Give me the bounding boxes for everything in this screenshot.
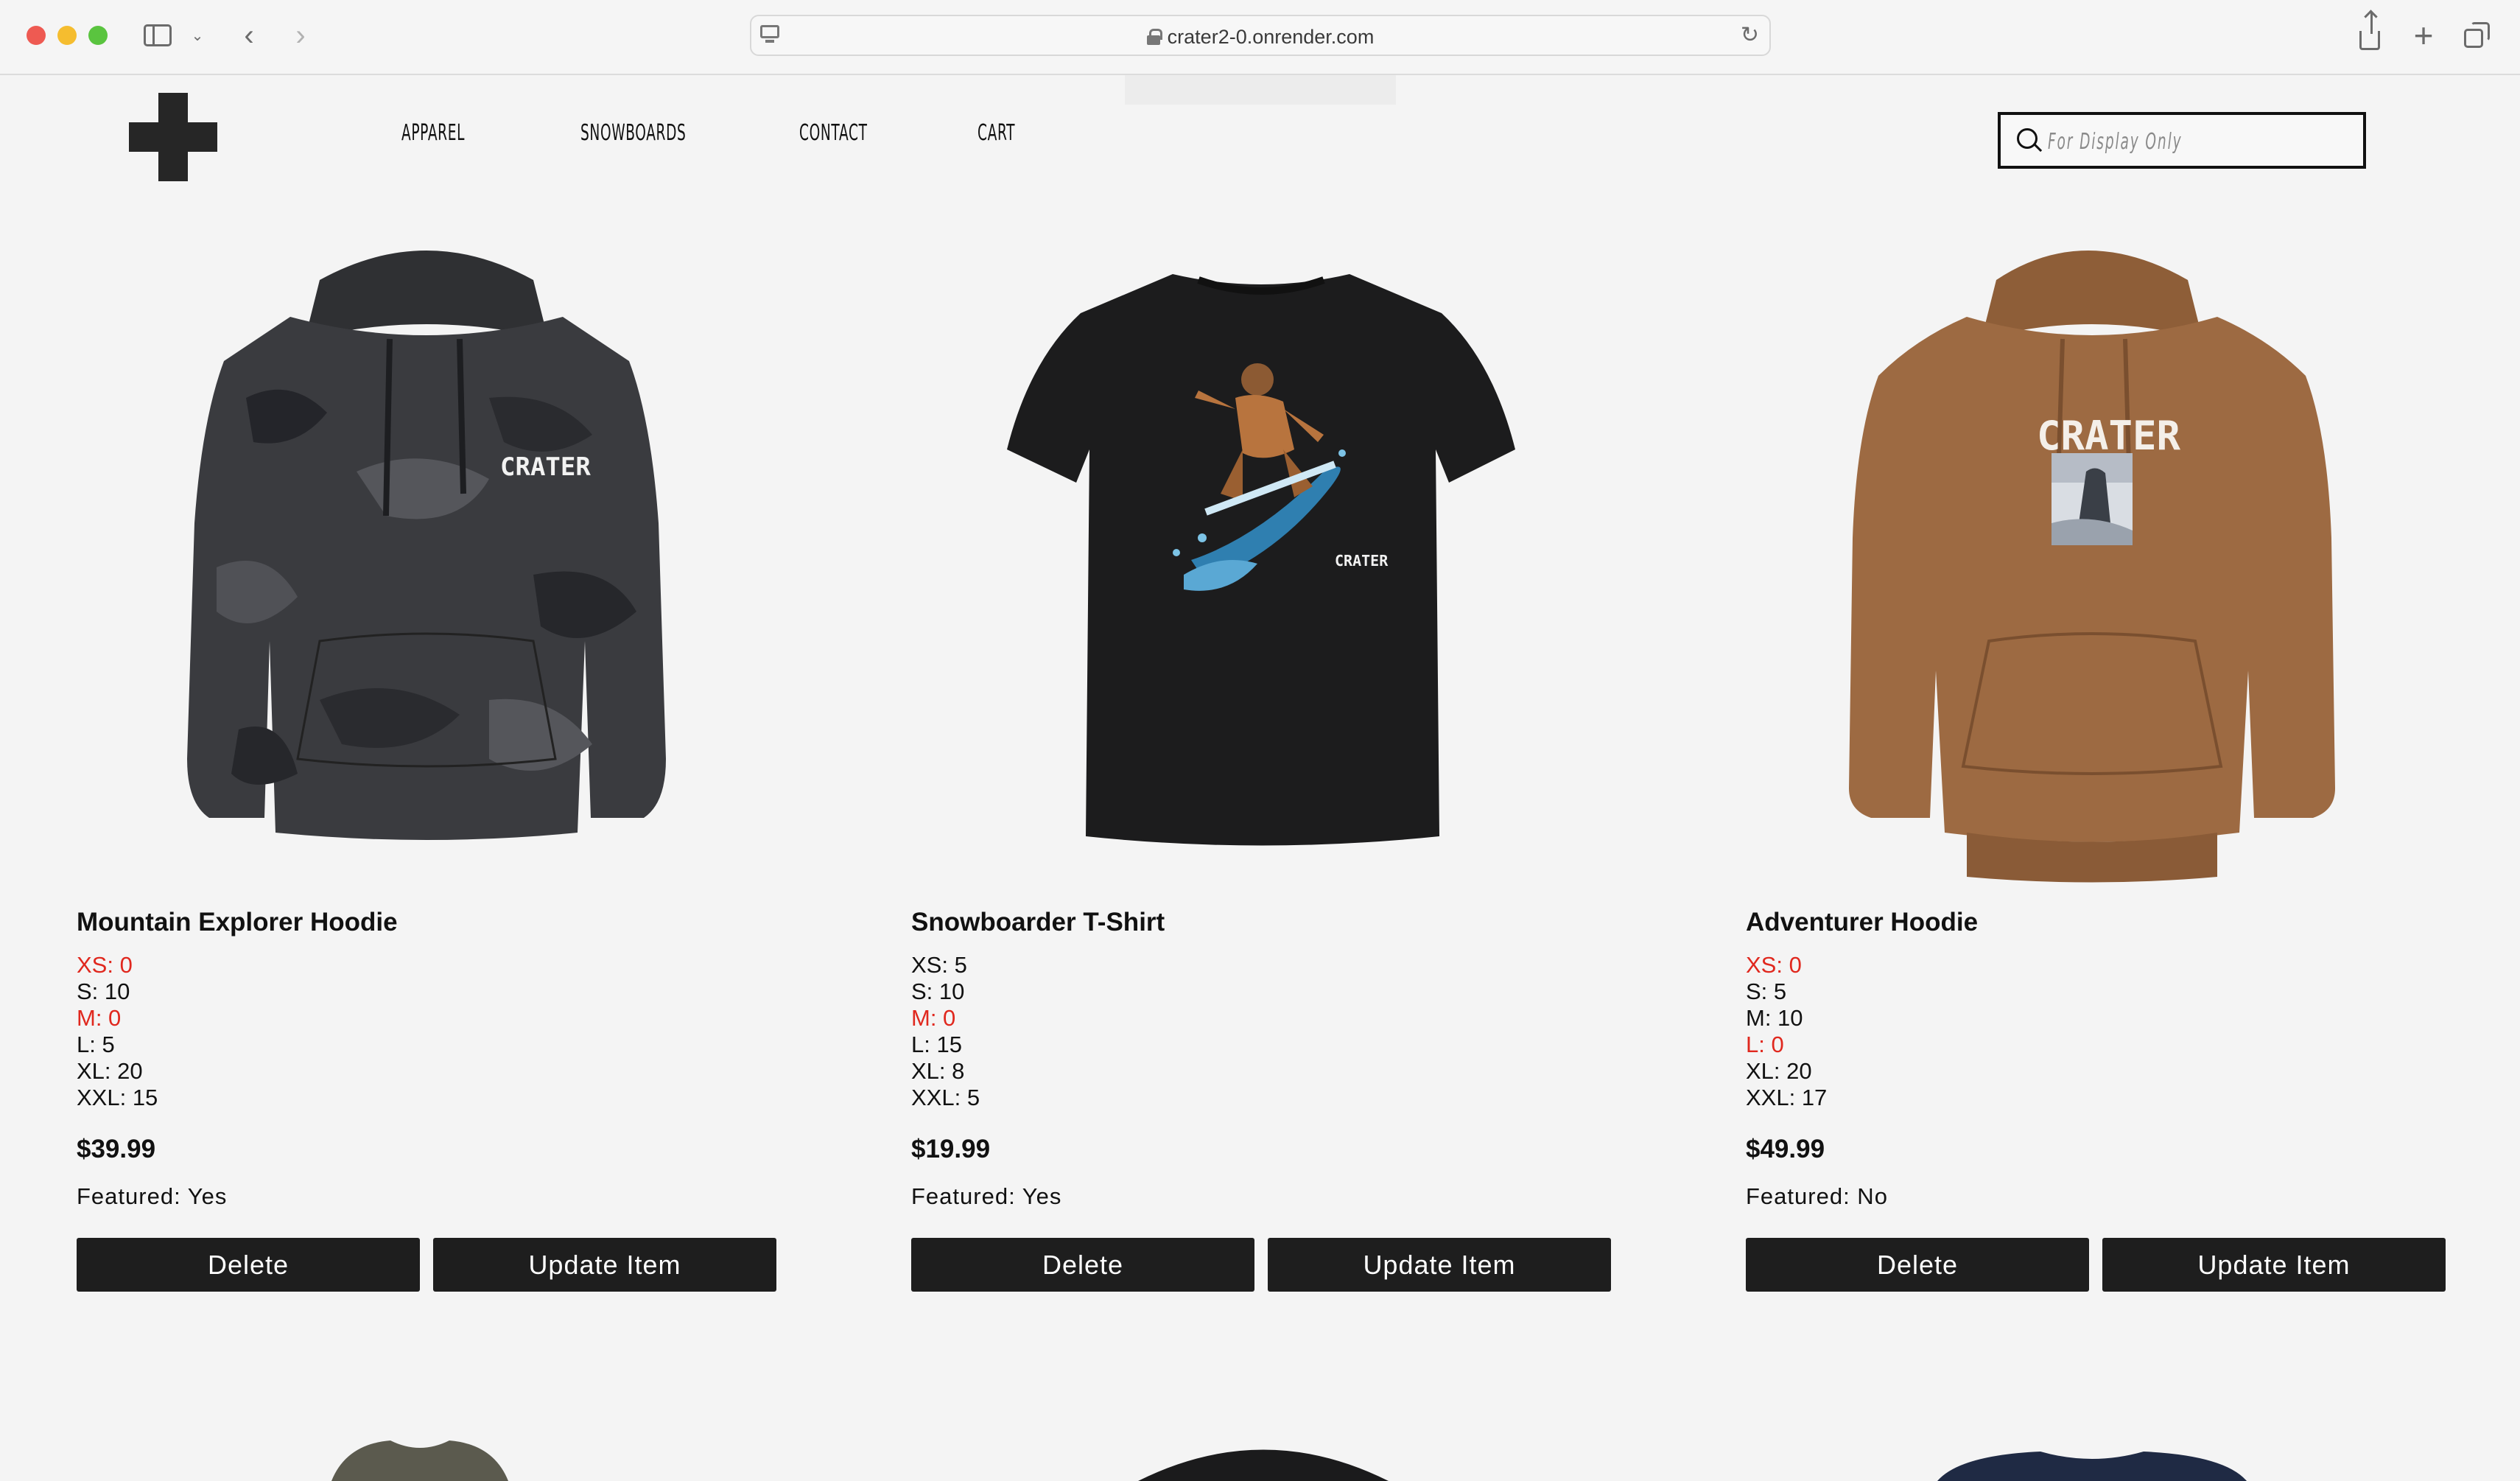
product-price: $39.99 bbox=[77, 1135, 156, 1163]
delete-button[interactable]: Delete bbox=[77, 1238, 420, 1292]
site-logo-cross-icon[interactable] bbox=[129, 93, 217, 181]
product-price: $49.99 bbox=[1746, 1135, 1825, 1163]
product-title: Snowboarder T-Shirt bbox=[911, 908, 1165, 936]
header-overlay-strip bbox=[1125, 75, 1396, 105]
svg-text:CRATER: CRATER bbox=[1335, 552, 1389, 570]
stock-line: L: 5 bbox=[77, 1032, 115, 1057]
url-text: crater2-0.onrender.com bbox=[1167, 26, 1375, 48]
featured-status: Featured: Yes bbox=[911, 1183, 1062, 1209]
delete-button[interactable]: Delete bbox=[1746, 1238, 2089, 1292]
camo-hoodie-image[interactable]: CRATER bbox=[77, 228, 776, 884]
new-tab-icon[interactable]: + bbox=[2407, 16, 2440, 55]
update-item-button[interactable]: Update Item bbox=[2102, 1238, 2446, 1292]
delete-button[interactable]: Delete bbox=[911, 1238, 1254, 1292]
svg-text:CRATER: CRATER bbox=[500, 452, 591, 482]
url-display[interactable]: crater2-0.onrender.com bbox=[751, 26, 1769, 49]
featured-status: Featured: Yes bbox=[77, 1183, 228, 1209]
stock-line: M: 0 bbox=[911, 1005, 956, 1031]
search-icon bbox=[2017, 128, 2043, 153]
nav-snowboards[interactable]: SNOWBOARDS bbox=[580, 120, 686, 146]
nav-apparel[interactable]: APPAREL bbox=[401, 120, 465, 146]
stock-list: XS: 0 S: 5 M: 10 L: 0 XL: 20 XXL: 17 bbox=[1746, 952, 1827, 1111]
stock-line: XS: 0 bbox=[1746, 952, 1802, 978]
black-tshirt-image[interactable]: CRATER bbox=[911, 228, 1611, 884]
next-row-product-image[interactable] bbox=[302, 1433, 538, 1481]
tab-overview-icon[interactable] bbox=[2460, 18, 2493, 53]
nav-cart[interactable]: CART bbox=[978, 120, 1015, 146]
product-title: Adventurer Hoodie bbox=[1746, 908, 1979, 936]
stock-line: L: 15 bbox=[911, 1032, 962, 1057]
featured-status: Featured: No bbox=[1746, 1183, 1888, 1209]
stock-line: XXL: 15 bbox=[77, 1085, 158, 1110]
stock-line: S: 10 bbox=[911, 978, 965, 1004]
product-title: Mountain Explorer Hoodie bbox=[77, 908, 398, 936]
stock-line: XXL: 5 bbox=[911, 1085, 980, 1110]
update-item-button[interactable]: Update Item bbox=[1268, 1238, 1611, 1292]
chevron-down-icon[interactable]: ⌄ bbox=[187, 18, 208, 53]
update-item-button[interactable]: Update Item bbox=[433, 1238, 776, 1292]
stock-line: XL: 20 bbox=[77, 1058, 143, 1084]
stock-line: M: 10 bbox=[1746, 1005, 1803, 1031]
close-window-button[interactable] bbox=[27, 26, 46, 45]
stock-line: S: 10 bbox=[77, 978, 130, 1004]
stock-line: L: 0 bbox=[1746, 1032, 1784, 1057]
stock-line: XL: 8 bbox=[911, 1058, 965, 1084]
stock-line: XS: 5 bbox=[911, 952, 967, 978]
address-bar[interactable]: crater2-0.onrender.com ↻ bbox=[750, 15, 1771, 56]
share-icon[interactable] bbox=[2354, 12, 2386, 53]
reload-icon[interactable]: ↻ bbox=[1741, 22, 1759, 48]
lock-icon bbox=[1146, 29, 1162, 45]
next-row-product-image[interactable] bbox=[1131, 1433, 1396, 1481]
maximize-window-button[interactable] bbox=[88, 26, 108, 45]
stock-line: XS: 0 bbox=[77, 952, 133, 978]
stock-line: M: 0 bbox=[77, 1005, 122, 1031]
nav-contact[interactable]: CONTACT bbox=[799, 120, 868, 146]
stock-line: S: 5 bbox=[1746, 978, 1787, 1004]
browser-toolbar: ⌄ ‹ › crater2-0.onrender.com ↻ + bbox=[0, 0, 2520, 75]
brown-hoodie-image[interactable]: CRATER bbox=[1746, 228, 2446, 884]
forward-arrow-icon[interactable]: › bbox=[286, 18, 315, 53]
sidebar-toggle-icon[interactable] bbox=[141, 18, 174, 53]
next-row-product-image[interactable] bbox=[1930, 1433, 2254, 1481]
stock-line: XL: 20 bbox=[1746, 1058, 1812, 1084]
stock-line: XXL: 17 bbox=[1746, 1085, 1828, 1110]
minimize-window-button[interactable] bbox=[57, 26, 77, 45]
stock-list: XS: 5 S: 10 M: 0 L: 15 XL: 8 XXL: 5 bbox=[911, 952, 980, 1111]
product-price: $19.99 bbox=[911, 1135, 991, 1163]
stock-list: XS: 0 S: 10 M: 0 L: 5 XL: 20 XXL: 15 bbox=[77, 952, 158, 1111]
search-box[interactable] bbox=[1998, 112, 2366, 169]
svg-text:CRATER: CRATER bbox=[2037, 413, 2181, 459]
search-input[interactable] bbox=[2048, 124, 2236, 159]
back-arrow-icon[interactable]: ‹ bbox=[234, 18, 264, 53]
